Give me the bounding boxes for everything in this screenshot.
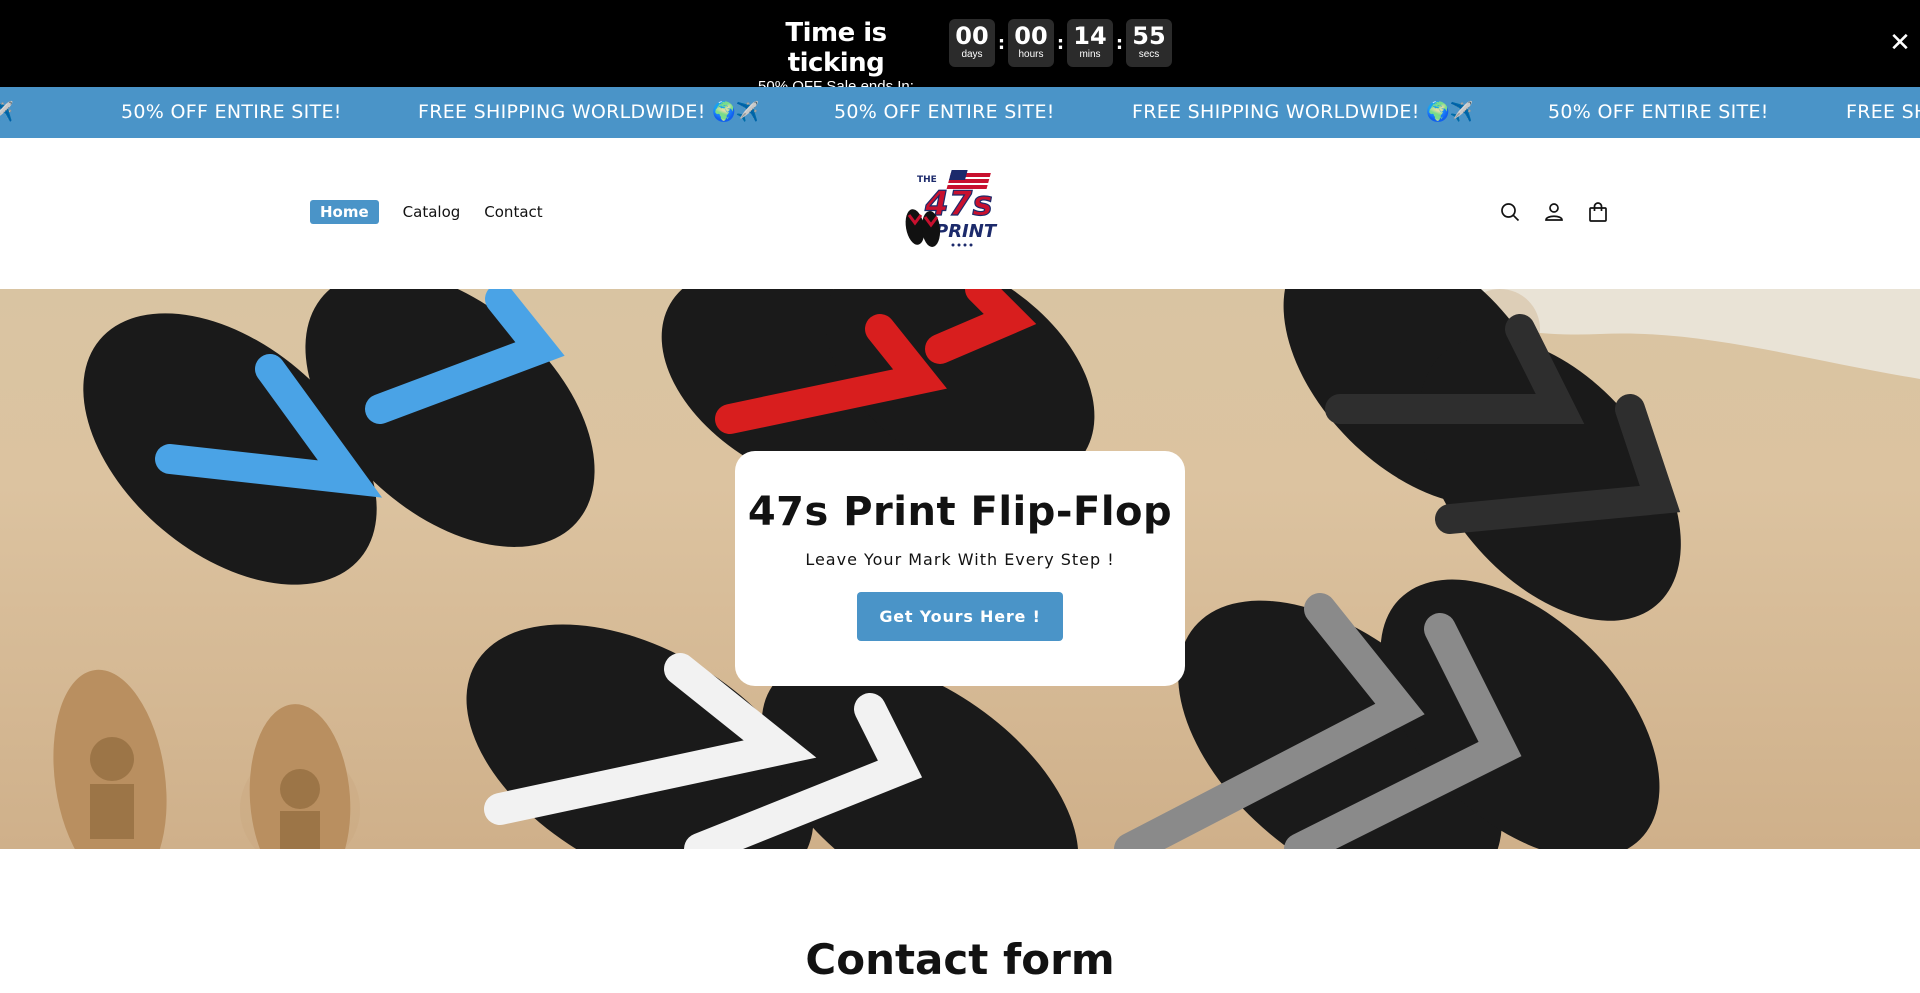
timer-hours-label: hours [1018, 49, 1044, 60]
timer-mins: 14 mins [1067, 19, 1113, 67]
marquee-item: FREE SH [1846, 101, 1920, 123]
marquee-item: 50% OFF ENTIRE SITE! [1548, 101, 1769, 123]
countdown-bar: Time is ticking 50% OFF Sale ends In: 00… [0, 0, 1920, 95]
cart-icon[interactable] [1586, 200, 1610, 224]
nav-contact[interactable]: Contact [484, 203, 542, 221]
timer-separator: : [997, 32, 1006, 54]
hero-card: 47s Print Flip-Flop Leave Your Mark With… [735, 451, 1185, 686]
marquee-item: ✈️ [0, 101, 14, 123]
site-header: Home Catalog Contact THE 47s PRINT [0, 138, 1920, 289]
hero-subtitle: Leave Your Mark With Every Step ! [805, 550, 1115, 569]
timer-days-value: 00 [955, 22, 989, 50]
header-icons [1498, 200, 1630, 224]
hero-banner: 47s Print Flip-Flop Leave Your Mark With… [0, 289, 1920, 849]
timer-separator: : [1056, 32, 1065, 54]
timer-days-label: days [961, 49, 983, 60]
countdown-title: Time is ticking [785, 18, 887, 78]
timer-separator: : [1115, 32, 1124, 54]
timer-hours-value: 00 [1014, 22, 1048, 50]
marquee-item: FREE SHIPPING WORLDWIDE! 🌍✈️ [1132, 101, 1474, 123]
contact-form-heading: Contact form [805, 935, 1115, 984]
countdown-timer: 00 days : 00 hours : 14 mins : 55 secs [949, 19, 1172, 67]
account-icon[interactable] [1542, 200, 1566, 224]
hero-title: 47s Print Flip-Flop [747, 489, 1173, 535]
timer-days: 00 days [949, 19, 995, 67]
timer-secs: 55 secs [1126, 19, 1172, 67]
marquee-item: 50% OFF ENTIRE SITE! [834, 101, 1055, 123]
marquee-item: 50% OFF ENTIRE SITE! [121, 101, 342, 123]
search-icon[interactable] [1498, 200, 1522, 224]
store-logo[interactable]: THE 47s PRINT [895, 165, 1010, 255]
countdown-text: Time is ticking 50% OFF Sale ends In: [747, 18, 925, 96]
nav-home[interactable]: Home [310, 200, 379, 224]
main-nav: Home Catalog Contact [310, 200, 567, 224]
nav-catalog[interactable]: Catalog [403, 203, 461, 221]
close-icon[interactable]: ✕ [1888, 28, 1912, 58]
marquee-item: FREE SHIPPING WORLDWIDE! 🌍✈️ [418, 101, 760, 123]
timer-secs-label: secs [1138, 49, 1160, 60]
get-yours-button[interactable]: Get Yours Here ! [857, 592, 1063, 641]
timer-hours: 00 hours [1008, 19, 1054, 67]
announcement-marquee: ✈️ 50% OFF ENTIRE SITE! FREE SHIPPING WO… [0, 87, 1920, 138]
logo-text-bottom: PRINT [935, 221, 998, 242]
timer-mins-label: mins [1079, 49, 1101, 60]
timer-mins-value: 14 [1073, 22, 1107, 50]
timer-secs-value: 55 [1132, 22, 1166, 50]
